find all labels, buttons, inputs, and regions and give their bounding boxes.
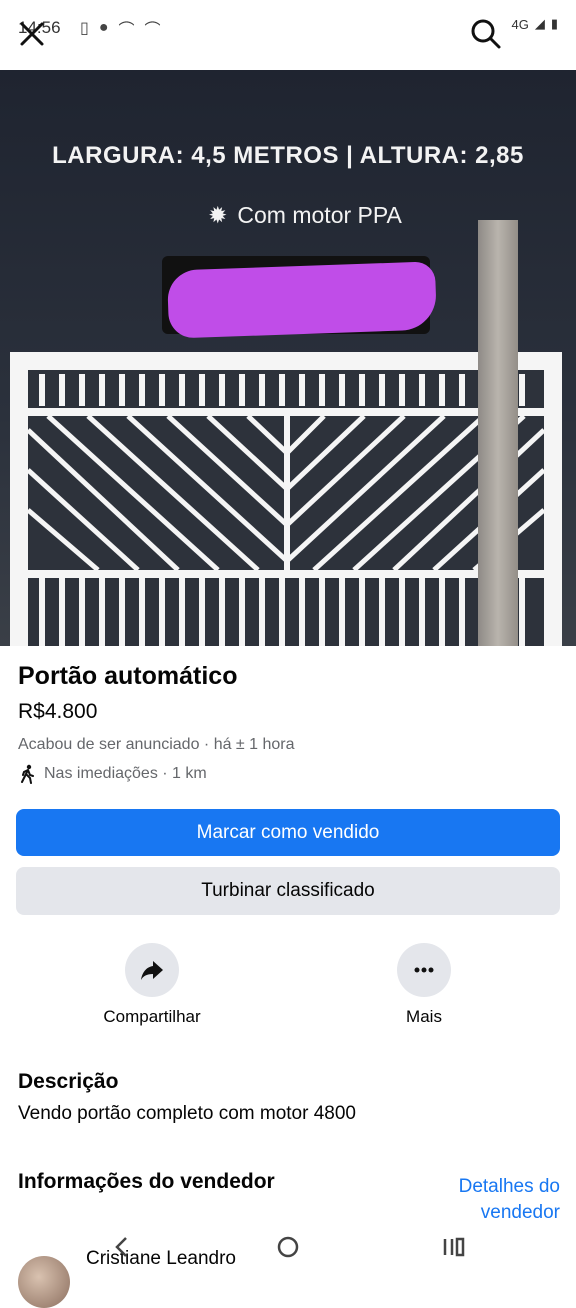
more-action[interactable]: Mais	[344, 943, 504, 1027]
listing-location: Nas imediações · 1 km	[18, 764, 207, 784]
listing-title: Portão automático	[18, 662, 238, 690]
recent-apps-icon	[443, 1237, 465, 1257]
system-nav-bar	[0, 1228, 576, 1268]
status-bar: 14:56 ▯ ● ⌒ ⌒ 4G ◢ ▮	[0, 0, 576, 70]
more-button[interactable]	[397, 943, 451, 997]
share-label: Compartilhar	[103, 1007, 201, 1026]
photo-caption-dimensions: LARGURA: 4,5 METROS | ALTURA: 2,85	[52, 142, 524, 169]
share-button[interactable]	[125, 943, 179, 997]
listing-price: R$4.800	[18, 700, 98, 723]
description-text: Vendo portão completo com motor 4800	[18, 1103, 356, 1124]
photo-caption-motor-text: Com motor PPA	[237, 202, 402, 228]
gate-panel	[26, 370, 546, 646]
search-icon	[471, 19, 501, 49]
recent-apps-button[interactable]	[436, 1232, 472, 1262]
mark-sold-button[interactable]: Marcar como vendido	[16, 809, 560, 856]
missed-call-icon: ⌒	[118, 22, 135, 39]
description-heading: Descrição	[18, 1070, 119, 1093]
network-label: 4G	[511, 16, 529, 32]
home-circle-icon	[277, 1236, 299, 1258]
more-dots-icon	[414, 967, 434, 973]
missed-call-icon-2: ⌒	[144, 22, 161, 39]
gear-icon: ✹	[208, 202, 228, 228]
facebook-icon: ●	[98, 19, 109, 36]
more-label: Mais	[406, 1007, 442, 1026]
back-button[interactable]	[104, 1232, 140, 1262]
seller-info-heading: Informações do vendedor	[18, 1170, 275, 1193]
system-icons: 4G ◢ ▮	[512, 16, 559, 32]
phone-icon: ▯	[80, 20, 89, 37]
close-icon	[20, 22, 44, 46]
share-arrow-icon	[141, 961, 163, 980]
boost-listing-button[interactable]: Turbinar classificado	[16, 867, 560, 915]
redaction-mark	[166, 261, 438, 339]
listing-posted-time: Acabou de ser anunciado · há ± 1 hora	[18, 736, 295, 753]
back-chevron-icon	[115, 1237, 127, 1257]
notification-icons: ▯ ● ⌒ ⌒	[80, 16, 161, 40]
walking-icon	[21, 764, 34, 784]
search-button[interactable]	[468, 16, 504, 52]
share-action[interactable]: Compartilhar	[72, 943, 232, 1027]
home-button[interactable]	[270, 1232, 306, 1262]
concrete-pole	[478, 220, 518, 646]
gate-bars	[26, 370, 546, 646]
listing-photo[interactable]: LARGURA: 4,5 METROS | ALTURA: 2,85 ✹ Com …	[0, 70, 576, 646]
battery-icon: ▮	[550, 16, 558, 31]
seller-details-link[interactable]: Detalhes do vendedor	[410, 1174, 560, 1226]
close-button[interactable]	[14, 16, 50, 52]
listing-location-text: Nas imediações · 1 km	[44, 765, 207, 782]
signal-icon: ◢	[534, 16, 545, 31]
